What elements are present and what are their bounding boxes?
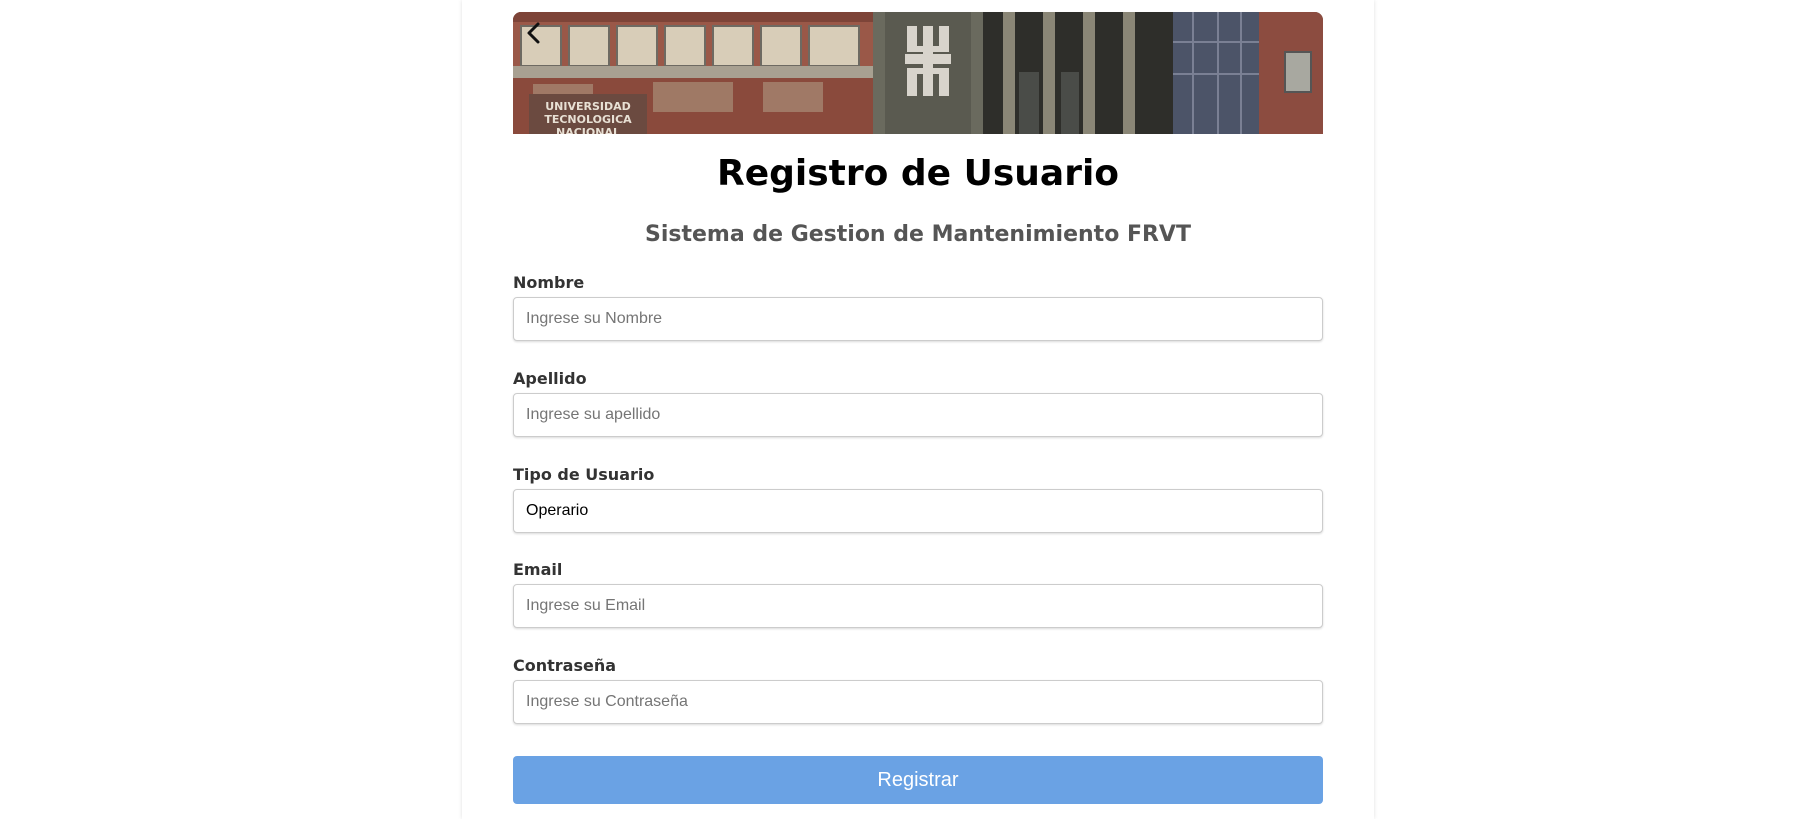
contrasena-label: Contraseña <box>513 656 617 675</box>
banner-sign-line-1: UNIVERSIDAD <box>545 100 631 113</box>
contrasena-input[interactable] <box>513 680 1323 724</box>
banner-sign-line-2: TECNOLOGICA <box>544 113 632 126</box>
page-subtitle: Sistema de Gestion de Mantenimiento FRVT <box>645 222 1191 247</box>
back-button[interactable] <box>521 18 547 48</box>
banner-sign-line-3: NACIONAL <box>556 126 620 134</box>
apellido-input[interactable] <box>513 393 1323 437</box>
nombre-label: Nombre <box>513 273 585 292</box>
page-title: Registro de Usuario <box>716 153 1120 194</box>
tipo-usuario-selected-value: Operario <box>526 502 589 519</box>
tipo-usuario-select[interactable]: Operario <box>513 489 1323 533</box>
chevron-left-icon <box>527 22 540 44</box>
banner-image: UNIVERSIDAD TECNOLOGICA NACIONAL <box>513 12 1323 134</box>
tipo-usuario-label: Tipo de Usuario <box>513 465 655 484</box>
email-input[interactable] <box>513 584 1323 628</box>
registrar-button[interactable]: Registrar <box>513 756 1323 804</box>
email-label: Email <box>513 560 563 579</box>
apellido-label: Apellido <box>513 369 587 388</box>
nombre-input[interactable] <box>513 297 1323 341</box>
